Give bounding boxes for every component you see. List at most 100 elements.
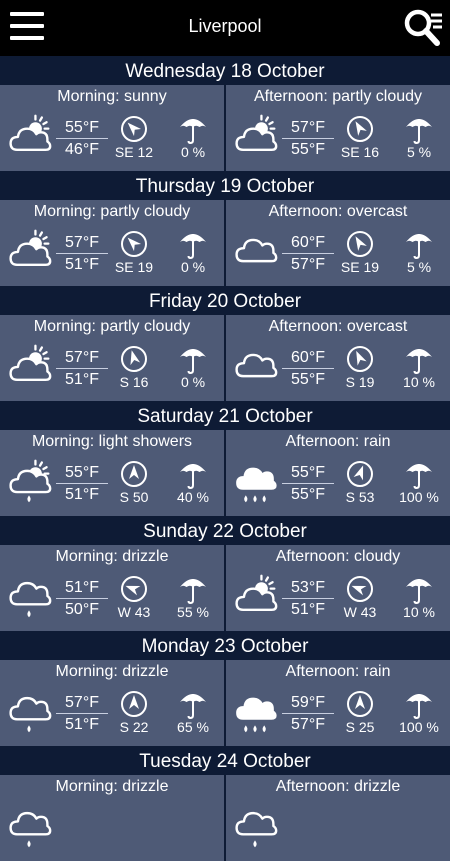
afternoon-forecast[interactable]: Afternoon: cloudy 53°F 51°F W 43 10 % — [226, 545, 450, 631]
umbrella-icon — [404, 460, 434, 490]
day-header: Monday 23 October — [0, 631, 450, 660]
app-bar: Liverpool — [0, 0, 450, 56]
wind-direction-arrow-icon — [346, 690, 374, 718]
temperature-high: 55°F — [282, 464, 334, 484]
cloud-drizzle-icon — [232, 803, 278, 849]
temperature-low: 51°F — [65, 486, 99, 503]
precipitation-chance: 65 % — [177, 719, 209, 735]
day-header: Wednesday 18 October — [0, 56, 450, 85]
temperature-high: 60°F — [282, 349, 334, 369]
umbrella-icon — [178, 115, 208, 145]
temperature-low: 55°F — [291, 141, 325, 158]
precipitation-chance: 0 % — [180, 144, 206, 160]
forecast-list: Wednesday 18 October Morning: sunny 55°F 46… — [0, 56, 450, 861]
sun-cloud-rain-icon — [6, 458, 52, 504]
cloud-drizzle-icon — [6, 573, 52, 619]
wind-direction-arrow-icon — [120, 690, 148, 718]
morning-forecast[interactable]: Morning: sunny 55°F 46°F SE 12 0 % — [0, 85, 224, 171]
precipitation-chance: 0 % — [180, 259, 206, 275]
precipitation-chance: 0 % — [180, 374, 206, 390]
period-label: Morning: sunny — [57, 88, 167, 105]
period-label: Afternoon: overcast — [268, 318, 408, 335]
day-header: Friday 20 October — [0, 286, 450, 315]
temperature-low: 55°F — [291, 486, 325, 503]
period-label: Morning: drizzle — [55, 548, 169, 565]
temperature-high: 55°F — [56, 119, 108, 139]
rain-cloud-icon — [232, 688, 278, 734]
search-button[interactable] — [402, 6, 444, 48]
precipitation-chance: 100 % — [399, 489, 439, 505]
afternoon-forecast[interactable]: Afternoon: overcast 60°F 57°F SE 19 5 % — [226, 200, 450, 286]
temperature-low: 51°F — [65, 716, 99, 733]
temperature-low: 51°F — [291, 601, 325, 618]
umbrella-icon — [178, 230, 208, 260]
day-forecast-row: Morning: drizzle Afternoon: drizzle — [0, 775, 450, 861]
umbrella-icon — [178, 345, 208, 375]
day-forecast-row: Morning: partly cloudy 57°F 51°F S 16 0 % Aft… — [0, 315, 450, 401]
period-label: Afternoon: partly cloudy — [253, 88, 423, 105]
precipitation-chance: 40 % — [177, 489, 209, 505]
afternoon-forecast[interactable]: Afternoon: rain 59°F 57°F S 25 100 % — [226, 660, 450, 746]
temperature-low: 57°F — [291, 716, 325, 733]
location-title: Liverpool — [188, 16, 262, 36]
temperature-low: 50°F — [65, 601, 99, 618]
temperature-high: 57°F — [56, 694, 108, 714]
wind-direction-arrow-icon — [346, 115, 374, 143]
cloud-icon — [232, 343, 278, 389]
period-label: Morning: partly cloudy — [33, 318, 191, 335]
period-label: Afternoon: cloudy — [275, 548, 401, 565]
morning-forecast[interactable]: Morning: partly cloudy 57°F 51°F S 16 0 % — [0, 315, 224, 401]
morning-forecast[interactable]: Morning: light showers 55°F 51°F S 50 40 % — [0, 430, 224, 516]
temperature-high: 60°F — [282, 234, 334, 254]
afternoon-forecast[interactable]: Afternoon: overcast 60°F 55°F S 19 10 % — [226, 315, 450, 401]
wind-speed: S 16 — [119, 374, 149, 390]
umbrella-icon — [178, 460, 208, 490]
morning-forecast[interactable]: Morning: drizzle — [0, 775, 224, 861]
sunny-cloud-icon — [6, 113, 52, 159]
precipitation-chance: 5 % — [406, 259, 432, 275]
temperature-low: 55°F — [291, 371, 325, 388]
temperature-high: 57°F — [56, 234, 108, 254]
day-forecast-row: Morning: light showers 55°F 51°F S 50 40 % Af… — [0, 430, 450, 516]
morning-forecast[interactable]: Morning: partly cloudy 57°F 51°F SE 19 0 % — [0, 200, 224, 286]
afternoon-forecast[interactable]: Afternoon: rain 55°F 55°F S 53 100 % — [226, 430, 450, 516]
wind-speed: SE 16 — [340, 144, 380, 160]
temperature-low: 51°F — [65, 371, 99, 388]
temperature-high: 51°F — [56, 579, 108, 599]
umbrella-icon — [178, 575, 208, 605]
wind-direction-arrow-icon — [346, 230, 374, 258]
afternoon-forecast[interactable]: Afternoon: drizzle — [226, 775, 450, 861]
wind-direction-arrow-icon — [346, 575, 374, 603]
wind-speed: S 53 — [345, 489, 375, 505]
period-label: Morning: drizzle — [55, 663, 169, 680]
morning-forecast[interactable]: Morning: drizzle 51°F 50°F W 43 55 % — [0, 545, 224, 631]
wind-direction-arrow-icon — [120, 115, 148, 143]
umbrella-icon — [178, 690, 208, 720]
search-list-icon — [404, 9, 442, 46]
temperature-low: 46°F — [65, 141, 99, 158]
precipitation-chance: 10 % — [403, 374, 435, 390]
period-label: Afternoon: drizzle — [275, 778, 401, 795]
sun-behind-cloud-icon — [232, 113, 278, 159]
period-label: Afternoon: rain — [285, 663, 391, 680]
temperature-low: 51°F — [65, 256, 99, 273]
temperature-high: 53°F — [282, 579, 334, 599]
morning-forecast[interactable]: Morning: drizzle 57°F 51°F S 22 65 % — [0, 660, 224, 746]
day-header: Saturday 21 October — [0, 401, 450, 430]
day-forecast-row: Morning: partly cloudy 57°F 51°F SE 19 0 % Af… — [0, 200, 450, 286]
afternoon-forecast[interactable]: Afternoon: partly cloudy 57°F 55°F SE 16 5 % — [226, 85, 450, 171]
day-header: Sunday 22 October — [0, 516, 450, 545]
wind-speed: S 50 — [119, 489, 149, 505]
wind-speed: S 22 — [119, 719, 149, 735]
rain-cloud-icon — [232, 458, 278, 504]
precipitation-chance: 10 % — [403, 604, 435, 620]
sun-behind-cloud-icon — [232, 573, 278, 619]
wind-direction-arrow-icon — [120, 345, 148, 373]
wind-speed: S 25 — [345, 719, 375, 735]
period-label: Afternoon: overcast — [268, 203, 408, 220]
precipitation-chance: 55 % — [177, 604, 209, 620]
umbrella-icon — [404, 115, 434, 145]
temperature-low: 57°F — [291, 256, 325, 273]
day-forecast-row: Morning: drizzle 57°F 51°F S 22 65 % Afternoo… — [0, 660, 450, 746]
period-label: Afternoon: rain — [285, 433, 391, 450]
